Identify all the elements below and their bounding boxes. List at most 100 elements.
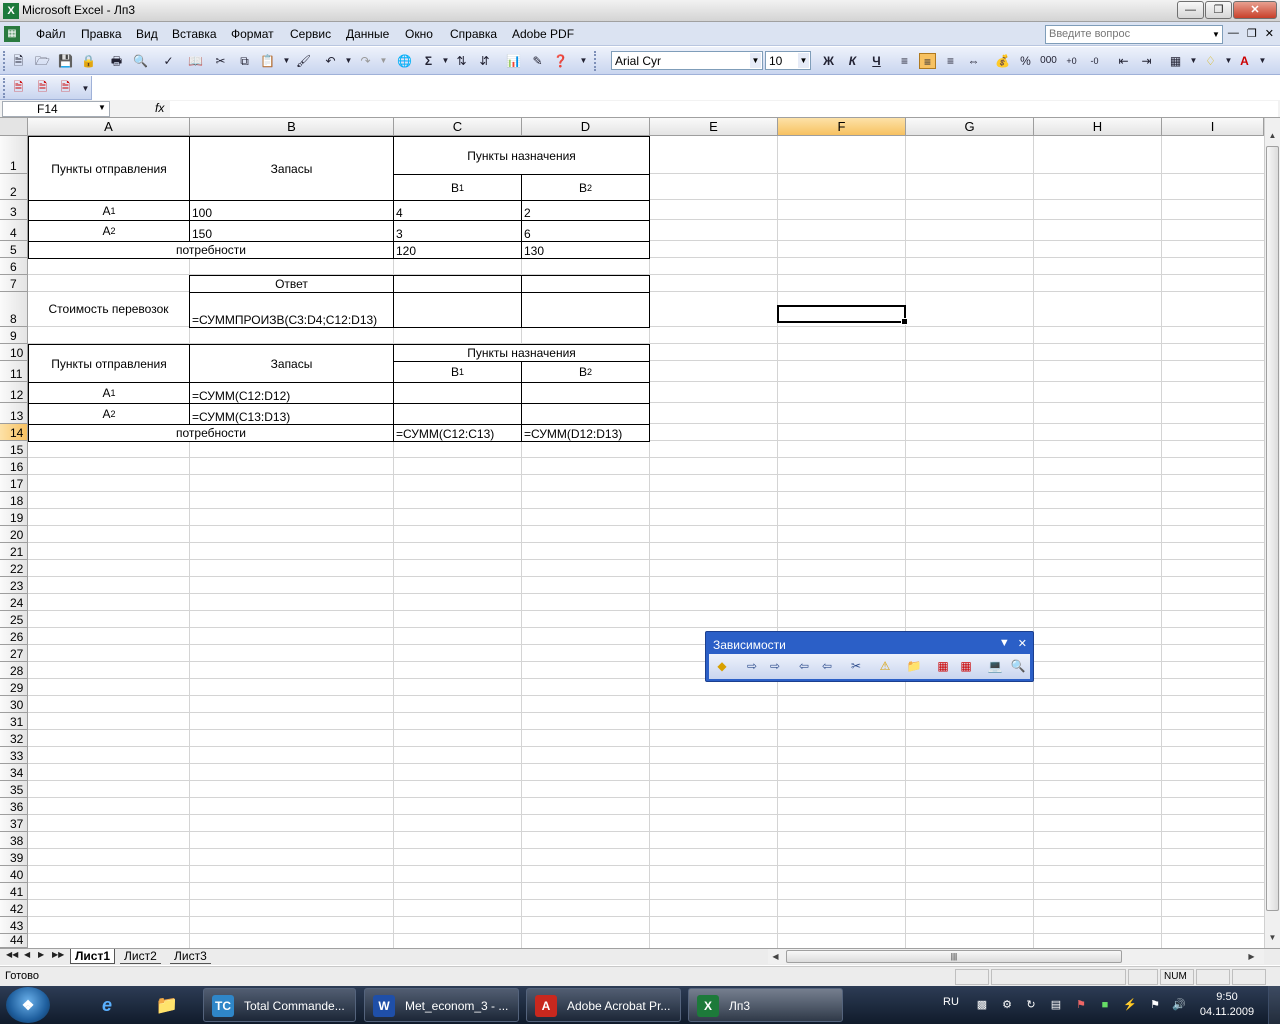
tray-power-icon[interactable]: ⚡ xyxy=(1123,998,1137,1012)
help-icon[interactable]: ❓ xyxy=(552,53,569,69)
toolbar-grip[interactable] xyxy=(3,78,6,98)
row-header[interactable]: 43 xyxy=(0,917,28,934)
cell-a10[interactable]: Пункты отправления xyxy=(28,344,190,383)
toolbar-grip[interactable] xyxy=(594,51,597,71)
spelling-icon[interactable]: ✓ xyxy=(160,53,177,69)
row-header[interactable]: 30 xyxy=(0,696,28,713)
doc-close-icon[interactable]: ✕ xyxy=(1265,27,1274,40)
cell-a12[interactable]: A1 xyxy=(28,382,190,404)
autosum-icon[interactable]: Σ xyxy=(420,53,437,69)
redo-icon[interactable]: ↷ xyxy=(357,53,374,69)
cell-b7[interactable]: Ответ xyxy=(189,275,394,293)
row-header[interactable]: 5 xyxy=(0,241,28,258)
remove-precedent-arrows-icon[interactable]: ⇨ xyxy=(766,658,784,675)
cell-d2[interactable]: B2 xyxy=(521,174,650,201)
doc-minimize-icon[interactable]: — xyxy=(1228,27,1239,40)
cell-b12[interactable]: =СУММ(C12:D12) xyxy=(189,382,394,404)
row-header[interactable]: 31 xyxy=(0,713,28,730)
row-header[interactable]: 32 xyxy=(0,730,28,747)
explorer-folder-icon[interactable]: 📁 xyxy=(145,989,189,1021)
increase-decimal-icon[interactable]: +0 xyxy=(1063,53,1080,69)
column-header-f[interactable]: F xyxy=(778,118,906,136)
cell-d3[interactable]: 2 xyxy=(521,200,650,221)
clear-validation-circles-icon[interactable]: ▦ xyxy=(957,658,975,675)
row-header[interactable]: 12 xyxy=(0,382,28,403)
row-header[interactable]: 34 xyxy=(0,764,28,781)
show-desktop-button[interactable] xyxy=(1268,986,1280,1024)
cell-d4[interactable]: 6 xyxy=(521,220,650,242)
copy-icon[interactable]: ⧉ xyxy=(236,53,253,69)
column-header-h[interactable]: H xyxy=(1034,118,1162,136)
row-header[interactable]: 40 xyxy=(0,866,28,883)
cell-c5[interactable]: 120 xyxy=(393,241,522,259)
undo-dropdown-icon[interactable]: ▼ xyxy=(340,53,357,69)
align-center-icon[interactable]: ≡ xyxy=(919,53,936,69)
clock[interactable]: 9:50 04.11.2009 xyxy=(1196,990,1258,1020)
row-header[interactable]: 7 xyxy=(0,275,28,292)
column-header-a[interactable]: A xyxy=(28,118,190,136)
save-icon[interactable]: 💾 xyxy=(57,53,74,69)
horizontal-scroll-thumb[interactable]: ||| xyxy=(786,950,1122,963)
last-sheet-icon[interactable]: ▶▶ xyxy=(52,950,64,959)
size-dropdown-icon[interactable]: ▼ xyxy=(798,53,809,68)
align-right-icon[interactable]: ≡ xyxy=(942,53,959,69)
decrease-decimal-icon[interactable]: -0 xyxy=(1086,53,1103,69)
cell-c8[interactable] xyxy=(393,292,522,328)
prev-sheet-icon[interactable]: ◀ xyxy=(24,950,30,959)
tray-battery-icon[interactable]: ■ xyxy=(1098,998,1112,1012)
underline-button[interactable]: Ч xyxy=(868,53,885,69)
cell-c12[interactable] xyxy=(393,382,522,404)
maximize-button[interactable]: ❐ xyxy=(1205,1,1232,19)
open-icon[interactable]: 🗁 xyxy=(34,53,51,69)
cell-b1[interactable]: Запасы xyxy=(189,136,394,201)
tray-alert-icon[interactable]: ⚑ xyxy=(1074,998,1088,1012)
italic-button[interactable]: К xyxy=(844,53,861,69)
remove-dependent-arrows-icon[interactable]: ⇦ xyxy=(818,658,836,675)
row-header[interactable]: 36 xyxy=(0,798,28,815)
cell-d7[interactable] xyxy=(521,275,650,293)
print-preview-icon[interactable]: 🔍 xyxy=(132,53,149,69)
new-icon[interactable]: 🗎 xyxy=(10,53,27,69)
select-all-corner[interactable] xyxy=(0,118,28,136)
row-header[interactable]: 28 xyxy=(0,662,28,679)
comma-style-icon[interactable]: 000 xyxy=(1040,53,1057,69)
column-header-g[interactable]: G xyxy=(906,118,1034,136)
row-header[interactable]: 22 xyxy=(0,560,28,577)
convert-to-pdf-icon[interactable]: 🗎 xyxy=(10,79,27,95)
language-indicator[interactable]: RU xyxy=(943,996,959,1008)
drawing-icon[interactable]: ✎ xyxy=(529,53,546,69)
pdf-review-icon[interactable]: 🗎 xyxy=(57,79,74,95)
cell-a13[interactable]: A2 xyxy=(28,403,190,425)
scroll-left-icon[interactable]: ◀ xyxy=(768,949,783,964)
row-header[interactable]: 11 xyxy=(0,361,28,382)
cut-icon[interactable]: ✂ xyxy=(212,53,229,69)
toolbar-options-icon[interactable]: ▼ xyxy=(999,637,1010,650)
ask-dropdown-icon[interactable]: ▼ xyxy=(1210,26,1222,43)
column-header-i[interactable]: I xyxy=(1162,118,1264,136)
row-header[interactable]: 15 xyxy=(0,441,28,458)
menu-edit[interactable]: Правка xyxy=(81,27,122,41)
sheet-tab-2[interactable]: Лист2 xyxy=(120,949,161,964)
name-box-dropdown-icon[interactable]: ▼ xyxy=(98,103,106,112)
cell-c11[interactable]: B1 xyxy=(393,361,522,383)
toolbar-grip[interactable] xyxy=(3,51,6,71)
remove-all-arrows-icon[interactable]: ✂ xyxy=(847,658,865,675)
cell-c10[interactable]: Пункты назначения xyxy=(393,344,650,362)
cell-c7[interactable] xyxy=(393,275,522,293)
cell-b3[interactable]: 100 xyxy=(189,200,394,221)
row-header[interactable]: 24 xyxy=(0,594,28,611)
row-header[interactable]: 6 xyxy=(0,258,28,275)
redo-dropdown-icon[interactable]: ▼ xyxy=(375,53,392,69)
cell-b4[interactable]: 150 xyxy=(189,220,394,242)
borders-icon[interactable]: ▦ xyxy=(1167,53,1184,69)
cell-c2[interactable]: B1 xyxy=(393,174,522,201)
row-header[interactable]: 21 xyxy=(0,543,28,560)
document-icon[interactable]: ▦ xyxy=(4,26,20,42)
scroll-down-icon[interactable]: ▼ xyxy=(1265,930,1280,946)
sheet-tab-1[interactable]: Лист1 xyxy=(70,949,116,964)
font-color-icon[interactable]: A xyxy=(1236,53,1253,69)
tray-sync-icon[interactable]: ↻ xyxy=(1024,998,1038,1012)
taskbar-item-excel[interactable]: X Лп3 xyxy=(688,988,843,1022)
vertical-scrollbar[interactable]: ▲ ▼ xyxy=(1264,118,1280,948)
formula-input[interactable] xyxy=(170,101,1278,117)
